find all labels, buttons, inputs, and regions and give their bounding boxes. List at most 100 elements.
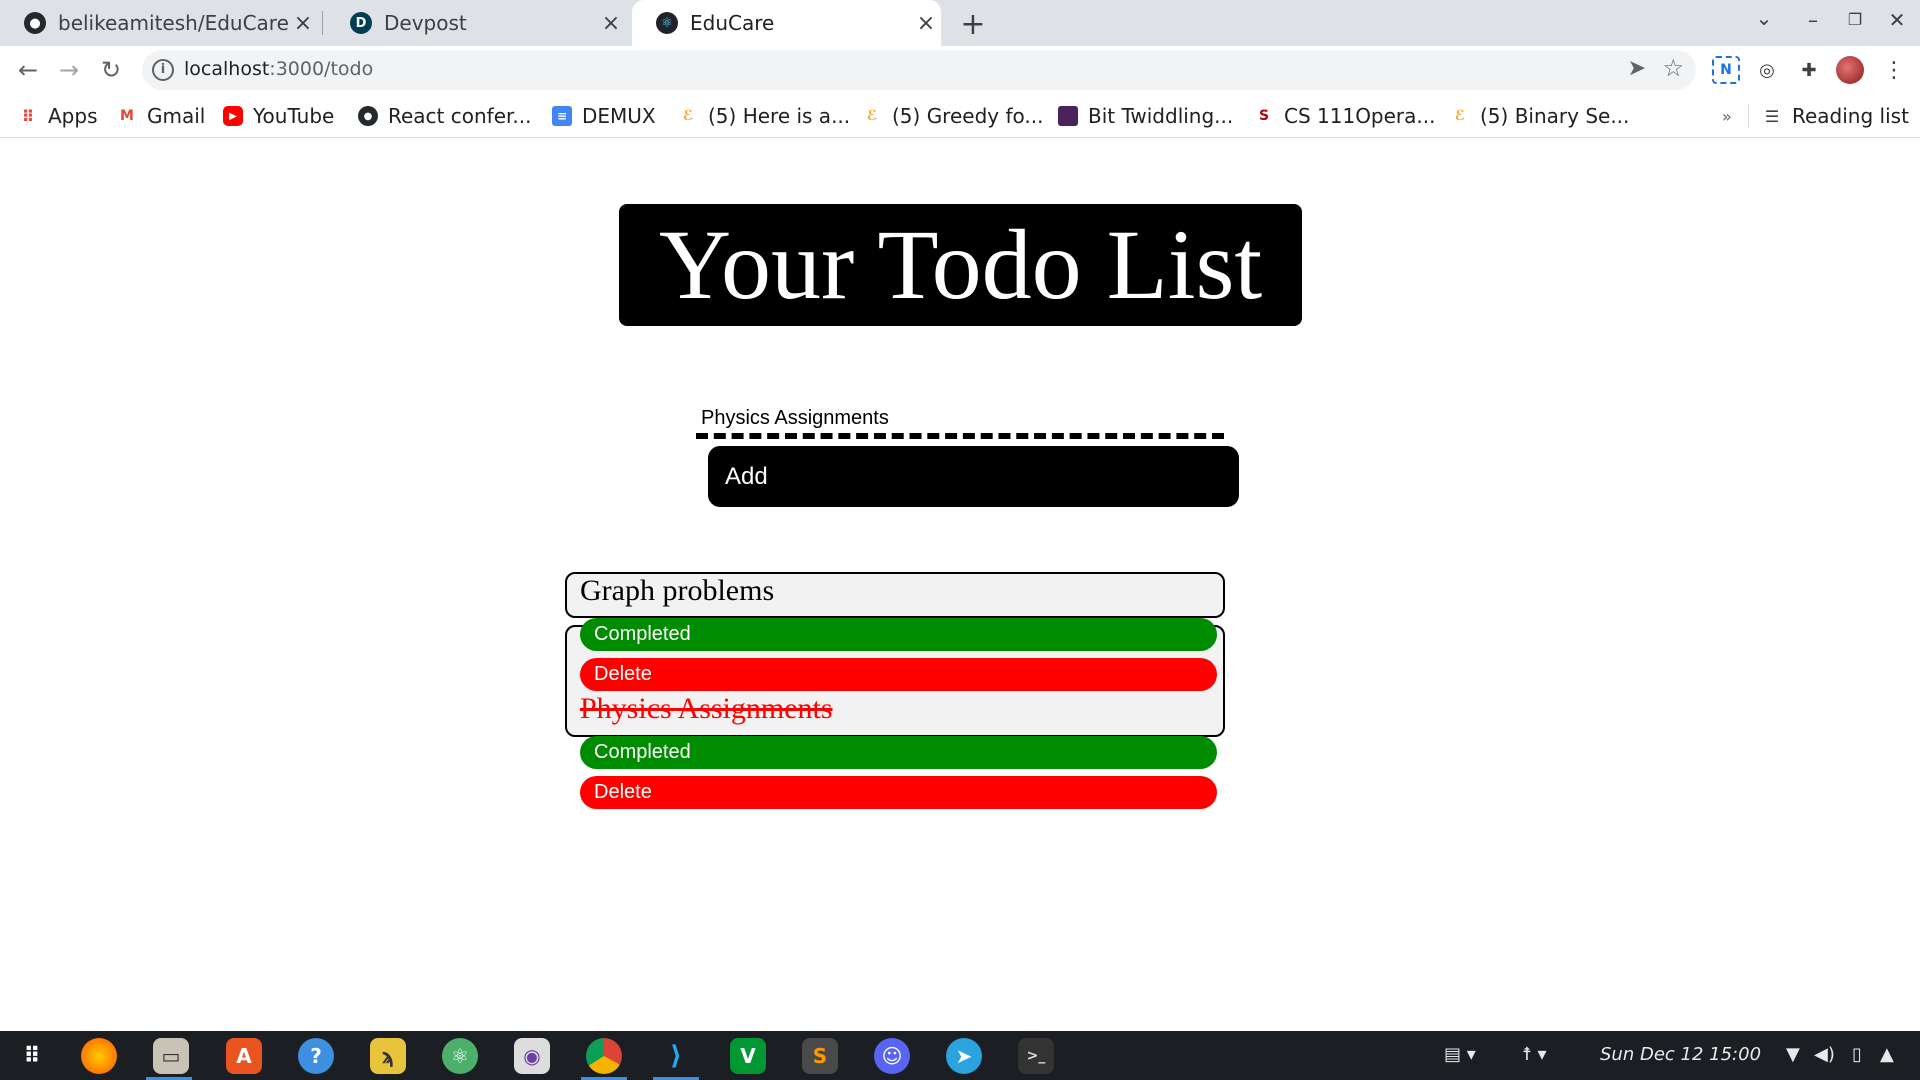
tab-educare[interactable]: ⚛ EduCare × <box>632 0 941 46</box>
telegram-icon[interactable]: ➤ <box>946 1038 982 1074</box>
firefox-icon[interactable] <box>81 1038 117 1074</box>
tab-title: belikeamitesh/EduCare <box>58 11 288 35</box>
reading-list-label: Reading list <box>1792 104 1909 128</box>
clock[interactable]: Sun Dec 12 15:00 <box>1600 1044 1761 1065</box>
close-tab-icon[interactable]: × <box>596 11 626 36</box>
extension-loop-icon[interactable]: ◎ <box>1753 56 1781 84</box>
delete-button[interactable]: Delete <box>580 776 1217 809</box>
address-bar[interactable]: i localhost:3000/todo ➤ ☆ <box>142 50 1696 90</box>
apps-grid-icon: ⠿ <box>21 106 35 126</box>
stanford-icon: S <box>1258 108 1270 124</box>
tab-devpost[interactable]: D Devpost × <box>326 0 626 46</box>
completed-button[interactable]: Completed <box>580 736 1217 769</box>
bookmark-label: Bit Twiddling... <box>1088 104 1234 128</box>
chrome-icon[interactable] <box>586 1038 622 1074</box>
page-title-box: Your Todo List <box>619 204 1302 326</box>
github-icon: ● <box>358 106 378 126</box>
bookmark-label: (5) Here is a... <box>708 104 851 128</box>
tab-search-icon[interactable]: ⌄ <box>1749 6 1779 30</box>
reading-list-icon: ☰ <box>1764 106 1780 126</box>
extensions-puzzle-icon[interactable]: ✚ <box>1795 56 1823 84</box>
devpost-icon: D <box>350 12 372 34</box>
bookmark-leetcode-3[interactable]: ℰ (5) Binary Se... <box>1450 102 1630 130</box>
tab-github[interactable]: ● belikeamitesh/EduCare × <box>0 0 318 46</box>
url-path: :3000/todo <box>269 58 374 80</box>
completed-button[interactable]: Completed <box>580 618 1217 651</box>
bookmarks-bar: ⠿ Apps M Gmail ▶ YouTube ● React confer.… <box>0 94 1920 138</box>
close-tab-icon[interactable]: × <box>911 11 941 36</box>
todo-input[interactable] <box>696 403 1224 439</box>
vscode-icon[interactable]: ⟩ <box>658 1038 694 1074</box>
terminal-icon[interactable]: >_ <box>1018 1038 1054 1074</box>
battery-icon[interactable]: ▯ <box>1852 1044 1862 1065</box>
app-grid-icon[interactable]: ⠿ <box>14 1038 50 1074</box>
bookmark-label: (5) Binary Se... <box>1480 104 1630 128</box>
bookmark-react-conference[interactable]: ● React confer... <box>358 102 531 130</box>
gmail-icon: M <box>120 108 134 124</box>
clipboard-icon[interactable]: ▤ ▾ <box>1444 1044 1476 1065</box>
discord-icon[interactable]: ☺ <box>874 1038 910 1074</box>
bookmark-youtube[interactable]: ▶ YouTube <box>223 102 334 130</box>
sublime-icon[interactable]: S <box>802 1038 838 1074</box>
react-icon: ⚛ <box>656 12 678 34</box>
bookmark-divider <box>1748 104 1749 128</box>
github-icon: ● <box>24 12 46 34</box>
tab-separator <box>322 11 323 35</box>
reading-list-button[interactable]: ☰ Reading list <box>1762 102 1909 130</box>
volume-icon[interactable]: ◀) <box>1814 1044 1835 1065</box>
send-to-devices-icon[interactable]: ➤ <box>1628 56 1646 81</box>
page-content: Your Todo List Add Graph problems Comple… <box>0 139 1920 1031</box>
delete-button[interactable]: Delete <box>580 658 1217 691</box>
youtube-icon: ▶ <box>223 106 243 126</box>
bookmark-gmail[interactable]: M Gmail <box>117 102 205 130</box>
reload-icon[interactable]: ↻ <box>95 54 127 86</box>
forward-icon[interactable]: → <box>53 54 85 86</box>
tray-menu-icon[interactable]: ▲ <box>1880 1044 1894 1065</box>
notion-extension-icon[interactable]: N <box>1712 56 1740 84</box>
todo-text-completed: Physics Assignments <box>580 692 833 725</box>
bookmark-cs111[interactable]: S CS 111Opera... <box>1254 102 1436 130</box>
leetcode-icon: ℰ <box>682 108 694 124</box>
add-button[interactable]: Add <box>708 446 1239 507</box>
files-icon[interactable]: ▭ <box>153 1038 189 1074</box>
wifi-icon[interactable]: ▼ <box>1786 1044 1800 1065</box>
bookmarks-overflow-button[interactable]: » <box>1722 102 1732 130</box>
menu-kebab-icon[interactable]: ⋮ <box>1880 56 1908 84</box>
help-icon[interactable]: ? <box>298 1038 334 1074</box>
leetcode-icon: ℰ <box>866 108 878 124</box>
url-text[interactable]: localhost:3000/todo <box>184 58 373 80</box>
back-icon[interactable]: ← <box>12 54 44 86</box>
bookmark-leetcode-2[interactable]: ℰ (5) Greedy fo... <box>862 102 1044 130</box>
docs-icon: ≡ <box>552 106 572 126</box>
bookmark-label: DEMUX <box>582 104 656 128</box>
accessibility-icon[interactable]: ☨ ▾ <box>1522 1044 1547 1065</box>
atom-icon[interactable]: ⚛ <box>442 1038 478 1074</box>
restore-icon[interactable]: ❐ <box>1840 10 1870 29</box>
bookmark-star-icon[interactable]: ☆ <box>1662 54 1684 82</box>
new-tab-button[interactable]: + <box>955 6 991 42</box>
profile-avatar[interactable] <box>1836 56 1864 84</box>
minimize-icon[interactable]: – <box>1798 8 1828 32</box>
bookmark-demux[interactable]: ≡ DEMUX <box>552 102 656 130</box>
bookmark-label: React confer... <box>388 104 532 128</box>
site-info-icon[interactable]: i <box>152 59 174 81</box>
bookmark-leetcode-1[interactable]: ℰ (5) Here is a... <box>678 102 850 130</box>
bookmark-apps[interactable]: ⠿ Apps <box>18 102 98 130</box>
bookmark-square-icon <box>1058 106 1078 126</box>
bookmark-bit-twiddling[interactable]: Bit Twiddling... <box>1058 102 1233 130</box>
software-center-icon[interactable]: A <box>226 1038 262 1074</box>
page-title: Your Todo List <box>658 209 1263 320</box>
bookmark-label: (5) Greedy fo... <box>892 104 1044 128</box>
bookmark-label: Gmail <box>147 104 206 128</box>
close-tab-icon[interactable]: × <box>288 11 318 36</box>
browser-tab-strip: ● belikeamitesh/EduCare × D Devpost × ⚛ … <box>0 0 1920 46</box>
close-window-icon[interactable]: ✕ <box>1882 8 1912 32</box>
vim-icon[interactable]: V <box>730 1038 766 1074</box>
os-taskbar: ⠿ ▭ A ? ϡ ⚛ ◉ ⟩ V S ☺ ➤ >_ ▤ ▾ ☨ ▾ Sun D… <box>0 1031 1920 1080</box>
camera-icon[interactable]: ◉ <box>514 1038 550 1074</box>
tab-title: EduCare <box>690 11 775 35</box>
leetcode-icon: ℰ <box>1454 108 1466 124</box>
bookmark-label: Apps <box>48 104 98 128</box>
pokemon-icon[interactable]: ϡ <box>370 1038 406 1074</box>
tab-title: Devpost <box>384 11 467 35</box>
